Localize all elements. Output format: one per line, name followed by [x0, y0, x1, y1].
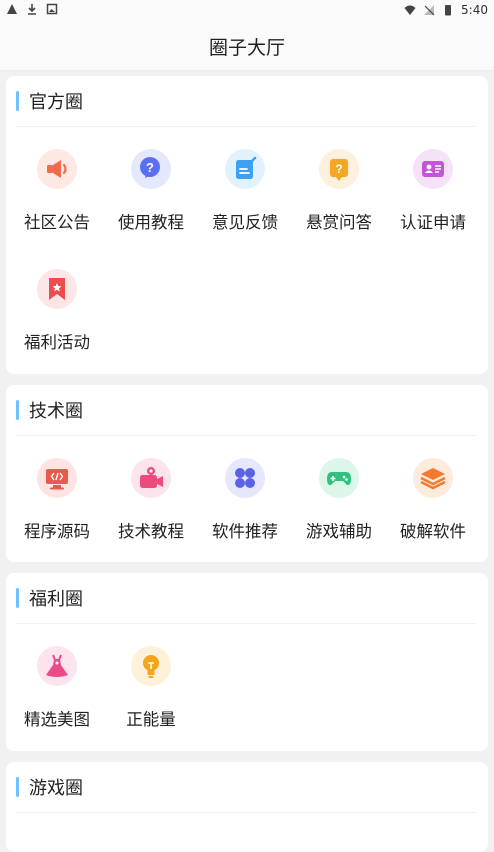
section-header: 游戏圈 [16, 762, 476, 813]
no-signal-icon [424, 5, 435, 16]
image-notification-icon [46, 3, 58, 15]
svg-text:?: ? [146, 160, 154, 175]
gamepad-icon [319, 458, 359, 498]
page-header: 圈子大厅 [0, 22, 494, 71]
status-bar: 5:40 [0, 0, 494, 22]
accent-bar [16, 777, 19, 797]
code-monitor-icon [37, 458, 77, 498]
edit-note-icon [225, 149, 265, 189]
circle-item-positive-energy[interactable]: 正能量 [104, 624, 198, 742]
layers-icon [413, 458, 453, 498]
circle-item-verification[interactable]: 认证申请 [386, 127, 480, 245]
download-icon [28, 4, 36, 15]
dress-icon [37, 646, 77, 686]
status-time: 5:40 [461, 3, 488, 17]
section-title: 官方圈 [29, 92, 83, 113]
page-title: 圈子大厅 [208, 36, 285, 59]
circle-item-software-recommend[interactable]: 软件推荐 [198, 436, 292, 554]
section-title: 技术圈 [29, 401, 83, 422]
video-camera-icon [131, 458, 171, 498]
lightbulb-icon [131, 646, 171, 686]
id-card-icon [413, 149, 453, 189]
question-note-icon: ? [319, 149, 359, 189]
warning-icon [7, 4, 17, 14]
wifi-icon [404, 5, 416, 15]
section-title: 福利圈 [29, 589, 83, 610]
section-header: 官方圈 [16, 76, 476, 127]
section-game: 游戏圈 [6, 762, 488, 852]
section-tech: 技术圈 程序源码 技术教程 软件推荐 游戏辅助 破解软件 [6, 385, 488, 562]
accent-bar [16, 400, 19, 420]
bookmark-star-icon [37, 269, 77, 309]
circle-item-featured-pictures[interactable]: 精选美图 [10, 624, 104, 742]
section-official: 官方圈 社区公告 ? 使用教程 意见反馈 ? 悬赏问答 认证申请 福利活动 [6, 76, 488, 374]
accent-bar [16, 91, 19, 111]
circle-item-game-assist[interactable]: 游戏辅助 [292, 436, 386, 554]
circle-item-welfare-activity[interactable]: 福利活动 [10, 247, 104, 365]
circle-item-tutorial[interactable]: ? 使用教程 [104, 127, 198, 245]
megaphone-icon [37, 149, 77, 189]
circle-item-tech-tutorial[interactable]: 技术教程 [104, 436, 198, 554]
section-welfare: 福利圈 精选美图 正能量 [6, 573, 488, 751]
section-header: 福利圈 [16, 573, 476, 624]
apps-grid-icon [225, 458, 265, 498]
section-header: 技术圈 [16, 385, 476, 436]
circle-item-feedback[interactable]: 意见反馈 [198, 127, 292, 245]
circle-item-crack-software[interactable]: 破解软件 [386, 436, 480, 554]
svg-text:?: ? [335, 162, 342, 176]
circle-item-announcement[interactable]: 社区公告 [10, 127, 104, 245]
circle-item-source-code[interactable]: 程序源码 [10, 436, 104, 554]
question-bubble-icon: ? [131, 149, 171, 189]
circle-item-bounty-qa[interactable]: ? 悬赏问答 [292, 127, 386, 245]
section-title: 游戏圈 [29, 778, 83, 799]
battery-icon [445, 5, 452, 16]
accent-bar [16, 588, 19, 608]
